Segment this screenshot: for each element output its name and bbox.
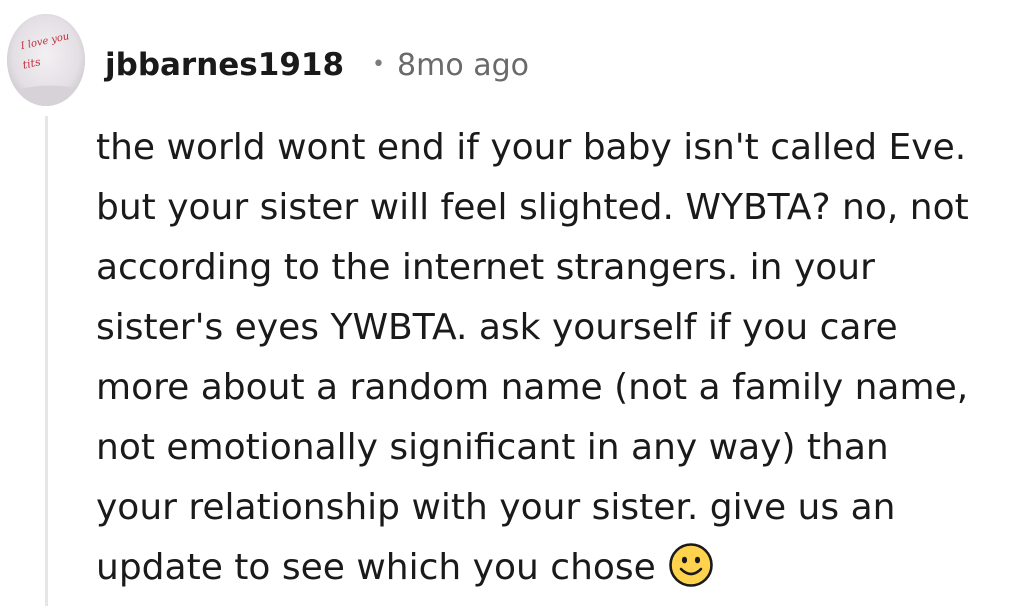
- comment-body-line: according to the internet strangers. in …: [96, 247, 875, 288]
- username-link[interactable]: jbbarnes1918: [105, 47, 344, 83]
- comment-body-line: but your sister will feel slighted. WYBT…: [96, 187, 969, 228]
- comment-header: jbbarnes1918 • 8mo ago: [105, 41, 529, 89]
- slightly-smiling-face-icon: [669, 543, 713, 587]
- avatar[interactable]: I love you tits: [7, 14, 85, 106]
- comment-body-line: the world wont end if your baby isn't ca…: [96, 127, 967, 168]
- comment-body-line: your relationship with your sister. give…: [96, 487, 896, 528]
- comment-body-line-text: update to see which you chose: [96, 547, 656, 588]
- avatar-image: I love you tits: [7, 14, 85, 106]
- thread-collapse-line[interactable]: [45, 116, 48, 606]
- comment-body: the world wont end if your baby isn't ca…: [96, 118, 1006, 598]
- meta-separator: •: [372, 51, 386, 77]
- comment-body-line: not emotionally significant in any way) …: [96, 427, 889, 468]
- comment-body-line: more about a random name (not a family n…: [96, 367, 969, 408]
- comment-body-line-last: update to see which you chose: [96, 538, 1006, 598]
- comment-timestamp[interactable]: 8mo ago: [397, 48, 529, 83]
- comment-body-line: sister's eyes YWBTA. ask yourself if you…: [96, 307, 898, 348]
- comment: I love you tits jbbarnes1918 • 8mo ago t…: [0, 0, 1021, 606]
